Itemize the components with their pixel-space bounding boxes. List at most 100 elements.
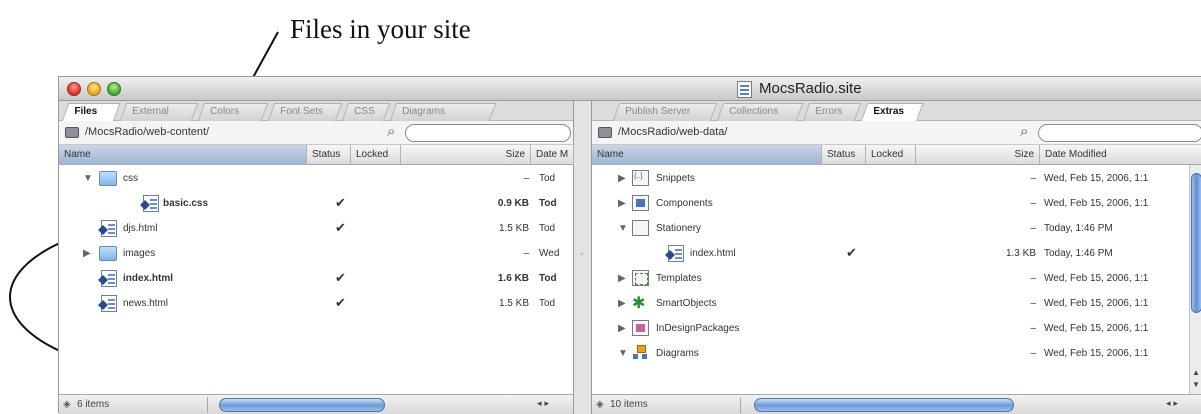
tab-diagrams[interactable]: Diagrams <box>389 103 497 121</box>
item-size: 1.5 KB <box>498 298 529 309</box>
tab-collections[interactable]: Collections <box>716 103 804 121</box>
item-name: InDesignPackages <box>656 323 740 334</box>
status-checkmark-icon: ✔ <box>335 270 346 285</box>
status-checkmark-icon: ✔ <box>846 245 857 260</box>
list-item[interactable]: index.html ✔ 1.3 KB Today, 1:46 PM <box>592 242 1201 267</box>
item-size: – <box>523 248 529 259</box>
disclosure-closed-icon[interactable]: ▶ <box>83 248 91 259</box>
tab-publish-server[interactable]: Publish Server <box>612 103 718 121</box>
search-icon: ⌕ <box>387 123 396 140</box>
stationery-folder-icon <box>632 220 649 236</box>
item-size: 1.5 KB <box>498 223 529 234</box>
left-path-bar: /MocsRadio/web-content/ ⌕ <box>59 121 573 145</box>
col-size[interactable]: Size <box>401 145 531 165</box>
left-item-count: 6 items <box>77 399 110 410</box>
action-menu-icon[interactable]: ◈ <box>63 399 71 410</box>
tab-external[interactable]: External <box>119 103 199 121</box>
list-item[interactable]: ▶ Templates – Wed, Feb 15, 2006, 1:1 <box>592 267 1201 292</box>
item-name: basic.css <box>163 198 209 209</box>
disclosure-open-icon[interactable]: ▼ <box>618 223 628 234</box>
vertical-scroll-thumb[interactable] <box>1191 173 1201 313</box>
scroll-up-icon[interactable]: ▲ <box>1192 368 1200 377</box>
col-date[interactable]: Date Modified <box>1040 145 1201 165</box>
col-status[interactable]: Status <box>307 145 351 165</box>
snippets-folder-icon <box>632 170 649 186</box>
left-horizontal-scrollbar[interactable] <box>219 398 385 412</box>
disclosure-closed-icon[interactable]: ▶ <box>618 198 626 209</box>
folder-icon <box>99 246 117 261</box>
html-file-icon <box>101 295 117 312</box>
list-item[interactable]: djs.html ✔ 1.5 KB Tod <box>59 217 573 242</box>
disclosure-open-icon[interactable]: ▼ <box>618 348 628 359</box>
item-date: Wed <box>539 248 560 259</box>
disclosure-closed-icon[interactable]: ▶ <box>618 323 626 334</box>
item-date: Tod <box>539 173 556 184</box>
list-item[interactable]: ▼ Stationery – Today, 1:46 PM <box>592 217 1201 242</box>
list-item[interactable]: basic.css ✔ 0.9 KB Tod <box>59 192 573 217</box>
title-bar[interactable]: MocsRadio.site <box>59 77 1201 101</box>
zoom-button[interactable] <box>107 82 121 96</box>
minimize-button[interactable] <box>87 82 101 96</box>
right-vertical-scrollbar[interactable]: ▲ ▼ <box>1189 165 1201 394</box>
item-name: djs.html <box>123 223 158 234</box>
pane-splitter[interactable]: ◦ <box>574 101 591 414</box>
col-name[interactable]: Name <box>592 145 822 165</box>
col-locked[interactable]: Locked <box>351 145 401 165</box>
list-item[interactable]: ▶ Components – Wed, Feb 15, 2006, 1:1 <box>592 192 1201 217</box>
disclosure-closed-icon[interactable]: ▶ <box>618 273 626 284</box>
tab-files[interactable]: Files <box>61 103 121 122</box>
site-document-icon <box>737 81 752 98</box>
list-item[interactable]: ▶ Snippets – Wed, Feb 15, 2006, 1:1 <box>592 167 1201 192</box>
item-name: Templates <box>656 273 702 284</box>
col-name[interactable]: Name <box>59 145 307 165</box>
tab-extras[interactable]: Extras <box>860 103 924 122</box>
tab-css[interactable]: CSS <box>341 103 391 121</box>
action-menu-icon[interactable]: ◈ <box>596 399 604 410</box>
tab-font-sets[interactable]: Font Sets <box>267 103 343 121</box>
disclosure-open-icon[interactable]: ▼ <box>83 173 93 184</box>
tab-colors[interactable]: Colors <box>197 103 269 121</box>
splitter-grip-icon: ◦ <box>580 249 584 260</box>
list-item[interactable]: ▶ images – Wed <box>59 242 573 267</box>
status-checkmark-icon: ✔ <box>335 220 346 235</box>
scroll-down-icon[interactable]: ▼ <box>1192 380 1200 389</box>
item-name: SmartObjects <box>656 298 717 309</box>
item-name: Snippets <box>656 173 695 184</box>
list-item[interactable]: ▼ Diagrams – Wed, Feb 15, 2006, 1:1 <box>592 342 1201 367</box>
col-status[interactable]: Status <box>822 145 866 165</box>
item-size: – <box>1030 173 1036 184</box>
smartobjects-folder-icon <box>632 293 649 313</box>
html-file-icon <box>668 245 684 262</box>
components-folder-icon <box>632 195 649 211</box>
drive-icon <box>598 127 612 138</box>
folder-icon <box>99 171 117 186</box>
list-item[interactable]: ▼ css – Tod <box>59 167 573 192</box>
right-horizontal-scrollbar[interactable] <box>754 398 1014 412</box>
list-item[interactable]: index.html ✔ 1.6 KB Tod <box>59 267 573 292</box>
col-date[interactable]: Date M <box>531 145 574 165</box>
right-item-count: 10 items <box>610 399 648 410</box>
item-name: news.html <box>123 298 169 309</box>
list-item[interactable]: news.html ✔ 1.5 KB Tod <box>59 292 573 317</box>
scroll-arrows-icon[interactable]: ◂▸ <box>537 398 552 409</box>
list-item[interactable]: ▶ InDesignPackages – Wed, Feb 15, 2006, … <box>592 317 1201 342</box>
right-status-bar: ◈ 10 items ◂▸ <box>592 394 1201 414</box>
right-search-input[interactable] <box>1038 124 1201 142</box>
right-path: /MocsRadio/web-data/ <box>618 126 728 138</box>
disclosure-closed-icon[interactable]: ▶ <box>618 298 626 309</box>
scroll-arrows-icon[interactable]: ◂▸ <box>1166 398 1181 409</box>
item-size: 0.9 KB <box>497 198 529 209</box>
col-size[interactable]: Size <box>916 145 1040 165</box>
item-size: – <box>1030 298 1036 309</box>
left-search-input[interactable] <box>405 124 571 142</box>
item-date: Tod <box>539 198 557 209</box>
templates-folder-icon <box>632 270 649 286</box>
col-locked[interactable]: Locked <box>866 145 916 165</box>
list-item[interactable]: ▶ SmartObjects – Wed, Feb 15, 2006, 1:1 <box>592 292 1201 317</box>
disclosure-closed-icon[interactable]: ▶ <box>618 173 626 184</box>
item-name: Stationery <box>656 223 702 234</box>
item-name: Components <box>656 198 713 209</box>
tab-errors[interactable]: Errors <box>802 103 862 121</box>
close-button[interactable] <box>67 82 81 96</box>
left-path: /MocsRadio/web-content/ <box>85 126 210 138</box>
